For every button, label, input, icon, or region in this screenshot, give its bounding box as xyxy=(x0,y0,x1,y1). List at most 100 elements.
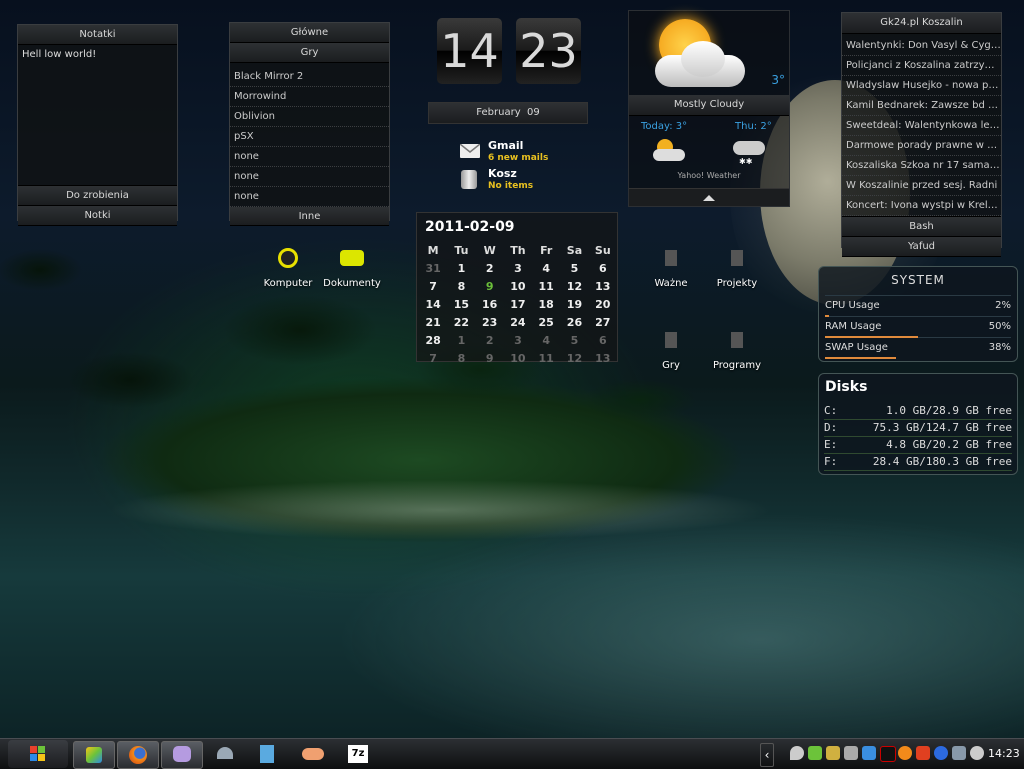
calendar-day[interactable]: 10 xyxy=(504,277,532,295)
taskbar-network-button[interactable] xyxy=(205,741,245,767)
taskbar-explorer-button[interactable] xyxy=(73,741,115,769)
calendar-day[interactable]: 17 xyxy=(504,295,532,313)
calendar-day[interactable]: 12 xyxy=(560,349,588,367)
calendar-day[interactable]: 2 xyxy=(476,259,504,277)
z-tray-icon[interactable] xyxy=(844,746,858,760)
calendar-day[interactable]: 31 xyxy=(419,259,447,277)
launcher-item[interactable]: Morrowind xyxy=(230,87,389,107)
calendar-day[interactable]: 25 xyxy=(532,313,560,331)
calendar-day[interactable]: 5 xyxy=(560,331,588,349)
news-item[interactable]: Darmowe porady prawne w Koszalinie xyxy=(842,136,1001,156)
green-tray-icon[interactable] xyxy=(808,746,822,760)
calendar-day[interactable]: 13 xyxy=(589,277,617,295)
calendar-day[interactable]: 13 xyxy=(589,349,617,367)
calendar-day[interactable]: 7 xyxy=(419,349,447,367)
calendar-day[interactable]: 14 xyxy=(419,295,447,313)
notes-body[interactable]: Hell low world! xyxy=(18,45,177,185)
taskbar-7zip-button[interactable]: 7z xyxy=(338,741,378,767)
notes-todo-tab[interactable]: Do zrobienia xyxy=(18,185,177,206)
envelope-icon[interactable] xyxy=(460,144,480,158)
launcher-item[interactable]: Oblivion xyxy=(230,107,389,127)
launcher-title[interactable]: Główne xyxy=(230,23,389,43)
tray-expand-chevron-icon[interactable]: ‹ xyxy=(760,743,774,767)
notes-notki-tab[interactable]: Notki xyxy=(18,206,177,226)
gmail-label[interactable]: Gmail xyxy=(488,139,523,152)
calendar-day[interactable]: 1 xyxy=(447,331,475,349)
desktop-icon-projekty[interactable]: Projekty xyxy=(708,250,766,289)
calendar-day[interactable]: 2 xyxy=(476,331,504,349)
news-yafud-tab[interactable]: Yafud xyxy=(842,237,1001,257)
news-item[interactable]: Policjanci z Koszalina zatrzymali xyxy=(842,56,1001,76)
notes-title[interactable]: Notatki xyxy=(18,25,177,45)
desktop-icon-wazne[interactable]: Ważne xyxy=(646,250,696,289)
calendar-day[interactable]: 11 xyxy=(532,277,560,295)
calendar-day[interactable]: 26 xyxy=(560,313,588,331)
taskbar-paint-button[interactable] xyxy=(292,741,332,767)
calendar-today[interactable]: 9 xyxy=(476,277,504,295)
taskbar-notepad-button[interactable] xyxy=(248,741,288,767)
calendar-day[interactable]: 10 xyxy=(504,349,532,367)
calendar-day[interactable]: 18 xyxy=(532,295,560,313)
firefox-tray-icon[interactable] xyxy=(898,746,912,760)
start-button[interactable] xyxy=(8,740,68,768)
droplet-icon[interactable] xyxy=(790,746,804,760)
launcher-group[interactable]: Gry xyxy=(230,43,389,63)
desktop-icon-dokumenty[interactable]: Dokumenty xyxy=(318,250,386,289)
calendar-day[interactable]: 15 xyxy=(447,295,475,313)
news-bash-tab[interactable]: Bash xyxy=(842,216,1001,237)
calendar-day[interactable]: 6 xyxy=(589,259,617,277)
weather-expand-arrow-icon[interactable] xyxy=(629,188,789,206)
calendar-day[interactable]: 8 xyxy=(447,349,475,367)
taskbar-firefox-button[interactable] xyxy=(117,741,159,769)
speaker-tray-icon[interactable] xyxy=(970,746,984,760)
dark-tray-icon[interactable] xyxy=(880,746,896,762)
calendar-day[interactable]: 22 xyxy=(447,313,475,331)
desktop-icon-komputer[interactable]: Komputer xyxy=(258,248,318,289)
news-title[interactable]: Gk24.pl Koszalin xyxy=(842,13,1001,34)
calendar-day[interactable]: 11 xyxy=(532,349,560,367)
calendar-day[interactable]: 21 xyxy=(419,313,447,331)
desktop-icon-gry[interactable]: Gry xyxy=(648,332,694,371)
calendar-day[interactable]: 28 xyxy=(419,331,447,349)
launcher-item[interactable]: none xyxy=(230,147,389,167)
news-item[interactable]: Wladyslaw Husejko - nowa posłanka xyxy=(842,76,1001,96)
tray-clock[interactable]: 14:23 xyxy=(988,747,1020,760)
news-item[interactable]: Walentynki: Don Vasyl & Cyganie xyxy=(842,36,1001,56)
calendar-day[interactable]: 4 xyxy=(532,331,560,349)
calendar-day[interactable]: 16 xyxy=(476,295,504,313)
calendar-day[interactable]: 24 xyxy=(504,313,532,331)
shield-tray-icon[interactable] xyxy=(916,746,930,760)
calendar-day[interactable]: 3 xyxy=(504,331,532,349)
desktop-icon-programy[interactable]: Programy xyxy=(706,332,768,371)
trash-label[interactable]: Kosz xyxy=(488,167,517,180)
calendar-day[interactable]: 12 xyxy=(560,277,588,295)
calendar-day[interactable]: 19 xyxy=(560,295,588,313)
calendar-day[interactable]: 23 xyxy=(476,313,504,331)
launcher-item[interactable]: Black Mirror 2 xyxy=(230,67,389,87)
calendar-day[interactable]: 3 xyxy=(504,259,532,277)
launcher-item[interactable]: none xyxy=(230,187,389,207)
launcher-item[interactable]: pSX xyxy=(230,127,389,147)
calendar-day[interactable]: 4 xyxy=(532,259,560,277)
calendar-day[interactable]: 1 xyxy=(447,259,475,277)
lightning-tray-icon[interactable] xyxy=(934,746,948,760)
monitor-tray-icon[interactable] xyxy=(952,746,966,760)
taskbar-pidgin-button[interactable] xyxy=(161,741,203,769)
calendar-day[interactable]: 6 xyxy=(589,331,617,349)
calendar-day[interactable]: 20 xyxy=(589,295,617,313)
news-item[interactable]: Kamil Bednarek: Zawsze bd pierwszy xyxy=(842,96,1001,116)
trash-icon[interactable] xyxy=(461,170,477,189)
news-item[interactable]: Koncert: Ivona wystpi w Krelarni xyxy=(842,196,1001,216)
launcher-footer[interactable]: Inne xyxy=(230,207,389,226)
news-item[interactable]: Sweetdeal: Walentynkowa lekcja xyxy=(842,116,1001,136)
launcher-item[interactable]: none xyxy=(230,167,389,187)
calendar-day[interactable]: 27 xyxy=(589,313,617,331)
calendar-day[interactable]: 7 xyxy=(419,277,447,295)
calendar-day[interactable]: 8 xyxy=(447,277,475,295)
news-item[interactable]: W Koszalinie przed sesj. Radni xyxy=(842,176,1001,196)
calendar-day[interactable]: 5 xyxy=(560,259,588,277)
pencil-tray-icon[interactable] xyxy=(826,746,840,760)
dropbox-icon[interactable] xyxy=(862,746,876,760)
news-item[interactable]: Koszaliska Szkoa nr 17 sama sie xyxy=(842,156,1001,176)
calendar-day[interactable]: 9 xyxy=(476,349,504,367)
